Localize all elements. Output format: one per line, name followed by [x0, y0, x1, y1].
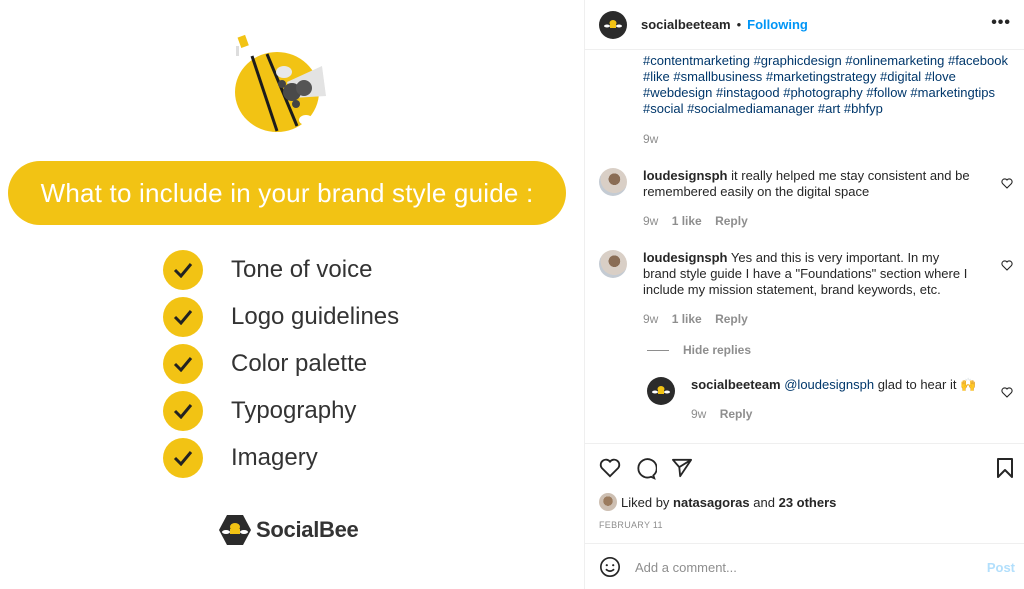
post-date: FEBRUARY 11 — [599, 520, 663, 530]
heart-icon[interactable] — [1001, 260, 1013, 271]
reply-meta: 9w Reply — [691, 407, 762, 421]
paint-palette-icon — [235, 34, 326, 132]
post-header: socialbeeteam • Following ••• — [585, 0, 1024, 50]
comment-icon[interactable] — [635, 458, 657, 480]
checkmark-icon — [163, 296, 203, 337]
post-image[interactable]: What to include in your brand style guid… — [0, 0, 584, 589]
following-button[interactable]: Following — [747, 17, 808, 32]
more-options-icon[interactable]: ••• — [991, 14, 1011, 32]
comment-username[interactable]: loudesignsph — [643, 250, 728, 265]
checklist-label: Tone of voice — [231, 255, 373, 283]
likes-others[interactable]: 23 others — [779, 495, 837, 510]
hide-replies-button[interactable]: Hide replies — [647, 343, 751, 357]
reply-avatar[interactable] — [647, 377, 675, 405]
bookmark-icon[interactable] — [997, 458, 1013, 478]
checklist-label: Typography — [231, 396, 357, 424]
reply-body: socialbeeteam @loudesignsph glad to hear… — [691, 377, 981, 393]
checklist-item: Imagery — [163, 434, 399, 481]
hide-replies-label: Hide replies — [683, 343, 752, 357]
comment-age: 9w — [643, 312, 659, 326]
checklist-label: Imagery — [231, 443, 318, 471]
post-comment-button[interactable]: Post — [987, 560, 1015, 575]
reply-mention[interactable]: @loudesignsph — [784, 377, 874, 392]
add-comment-input[interactable] — [635, 559, 965, 575]
add-comment-bar: Post — [585, 545, 1024, 589]
caption-hashtags[interactable]: #contentmarketing #graphicdesign #online… — [643, 53, 1018, 117]
commenter-avatar[interactable] — [599, 250, 627, 278]
caption-age: 9w — [643, 132, 659, 146]
liked-by: Liked by natasagoras and 23 others — [599, 493, 836, 511]
post-actions: Liked by natasagoras and 23 others FEBRU… — [585, 444, 1024, 544]
brand-name: SocialBee — [256, 517, 359, 542]
bee-hexagon-icon — [219, 515, 251, 545]
avatar[interactable] — [599, 10, 627, 39]
reply-button[interactable]: Reply — [715, 312, 748, 326]
checklist-item: Logo guidelines — [163, 293, 399, 340]
post-side-panel: socialbeeteam • Following ••• #contentma… — [584, 0, 1024, 589]
reply-age: 9w — [691, 407, 707, 421]
reply-button[interactable]: Reply — [715, 214, 748, 228]
liked-prefix: Liked by — [621, 494, 670, 510]
liker-username[interactable]: natasagoras — [673, 495, 750, 510]
bee-icon — [652, 386, 670, 394]
checklist-item: Color palette — [163, 340, 399, 387]
checkmark-icon — [163, 390, 203, 431]
liker-avatar[interactable] — [599, 493, 617, 511]
separator-dot: • — [736, 17, 742, 32]
checklist-item: Typography — [163, 387, 399, 434]
divider-line — [647, 349, 669, 351]
comment-body: loudesignsph Yes and this is very import… — [643, 250, 973, 298]
title-banner: What to include in your brand style guid… — [8, 161, 566, 225]
liked-middle: and — [753, 494, 775, 510]
socialbee-logo: SocialBee — [218, 514, 359, 546]
checkmark-icon — [163, 249, 203, 290]
comment-body: loudesignsph it really helped me stay co… — [643, 168, 973, 200]
checklist: Tone of voice Logo guidelines Color pale… — [163, 246, 399, 481]
like-heart-icon[interactable] — [599, 458, 621, 478]
checklist-label: Color palette — [231, 349, 368, 377]
checklist-label: Logo guidelines — [231, 302, 400, 330]
comments-scroll-area[interactable]: #contentmarketing #graphicdesign #online… — [585, 50, 1024, 444]
header-username[interactable]: socialbeeteam — [641, 17, 731, 32]
heart-icon[interactable] — [1001, 178, 1013, 189]
comment-username[interactable]: loudesignsph — [643, 168, 728, 183]
comment-likes[interactable]: 1 like — [672, 214, 702, 228]
heart-icon[interactable] — [1001, 387, 1013, 398]
share-icon[interactable] — [671, 458, 693, 478]
reply-text: glad to hear it 🙌 — [877, 377, 977, 392]
comment-age: 9w — [643, 214, 659, 228]
emoji-icon[interactable] — [599, 556, 621, 578]
checkmark-icon — [163, 437, 203, 478]
bee-icon — [604, 19, 622, 28]
comment-meta: 9w 1 like Reply — [643, 312, 758, 326]
commenter-avatar[interactable] — [599, 168, 627, 196]
checklist-item: Tone of voice — [163, 246, 399, 293]
reply-button[interactable]: Reply — [720, 407, 753, 421]
comment-meta: 9w 1 like Reply — [643, 214, 758, 228]
comment-likes[interactable]: 1 like — [672, 312, 702, 326]
reply-username[interactable]: socialbeeteam — [691, 377, 781, 392]
checkmark-icon — [163, 343, 203, 384]
